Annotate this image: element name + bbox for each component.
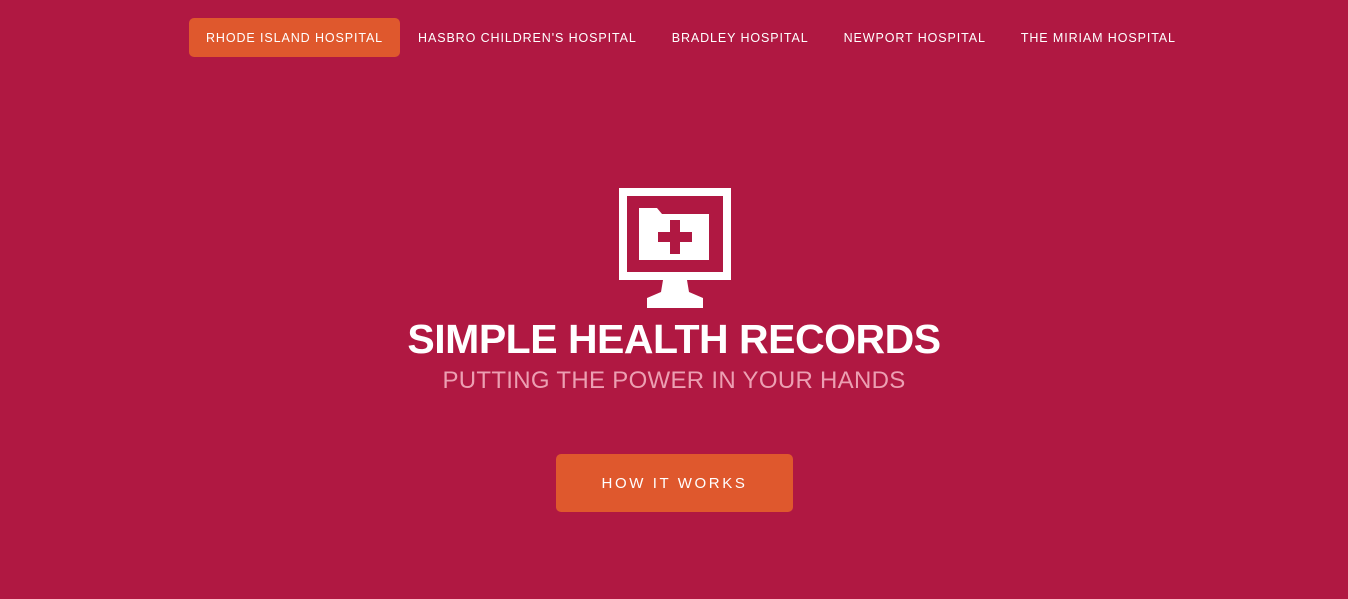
nav-item-rhode-island-hospital[interactable]: RHODE ISLAND HOSPITAL xyxy=(189,18,401,57)
how-it-works-button[interactable]: HOW IT WORKS xyxy=(556,454,793,512)
nav-item-newport-hospital[interactable]: NEWPORT HOSPITAL xyxy=(827,18,1003,57)
nav-item-the-miriam-hospital[interactable]: THE MIRIAM HOSPITAL xyxy=(1004,18,1193,57)
nav-item-hasbro-childrens-hospital[interactable]: HASBRO CHILDREN'S HOSPITAL xyxy=(401,18,654,57)
nav-item-bradley-hospital[interactable]: BRADLEY HOSPITAL xyxy=(655,18,826,57)
page-title: SIMPLE HEALTH RECORDS xyxy=(407,316,941,362)
page-subtitle: PUTTING THE POWER IN YOUR HANDS xyxy=(442,367,906,394)
health-records-monitor-icon xyxy=(619,188,731,308)
landing-page: RHODE ISLAND HOSPITAL HASBRO CHILDREN'S … xyxy=(0,0,1348,599)
hospital-nav: RHODE ISLAND HOSPITAL HASBRO CHILDREN'S … xyxy=(189,18,1193,57)
